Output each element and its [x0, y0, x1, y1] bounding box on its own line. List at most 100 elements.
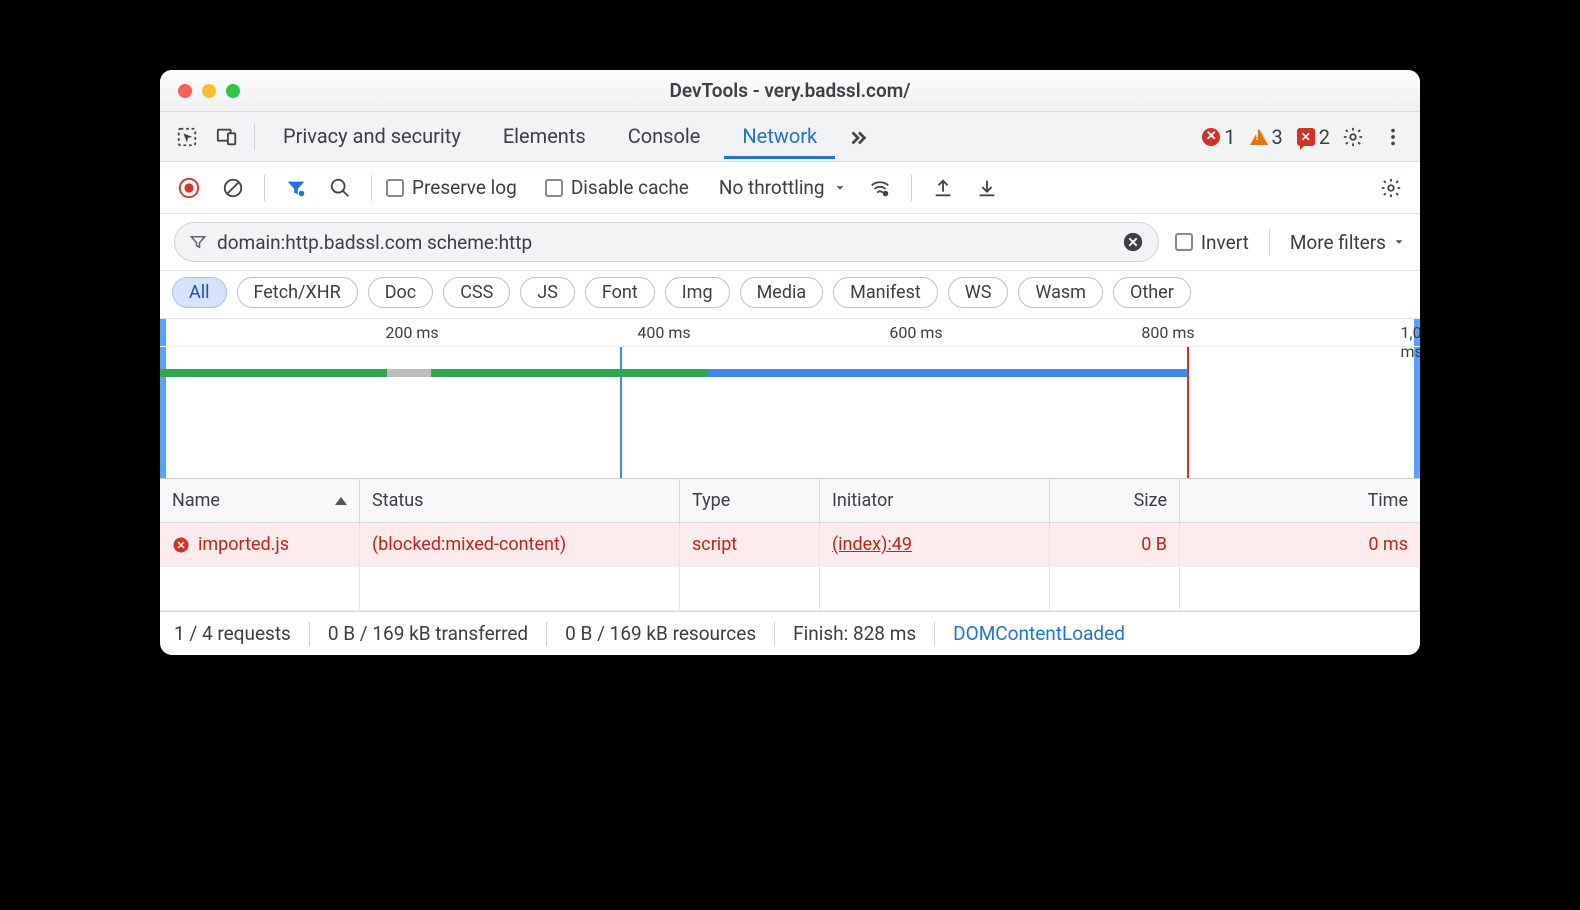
tab-console[interactable]: Console [610, 114, 719, 159]
chevron-down-icon [833, 181, 847, 195]
disable-cache-checkbox[interactable]: Disable cache [545, 176, 689, 199]
type-filter-css[interactable]: CSS [443, 277, 510, 308]
invert-checkbox[interactable]: Invert [1175, 231, 1249, 254]
more-tabs-icon[interactable] [841, 120, 875, 154]
filter-icon [189, 233, 207, 251]
error-count-badge[interactable]: ✕1 [1202, 125, 1235, 149]
filter-toggle-icon[interactable] [279, 171, 313, 205]
settings-icon[interactable] [1336, 120, 1370, 154]
ruler-tick: 200 ms [385, 323, 438, 342]
record-button[interactable] [172, 171, 206, 205]
download-har-icon[interactable] [970, 171, 1004, 205]
filter-input[interactable]: domain:http.badssl.com scheme:http [174, 222, 1159, 262]
cell-initiator-link[interactable]: (index):49 [832, 534, 912, 555]
issue-counts[interactable]: ✕1 3 ✕2 [1202, 125, 1330, 149]
network-table-header: Name Status Type Initiator Size Time [160, 479, 1420, 523]
issue-count-badge[interactable]: ✕2 [1297, 125, 1330, 149]
filter-row: domain:http.badssl.com scheme:http Inver… [160, 214, 1420, 271]
cell-size: 0 B [1050, 523, 1180, 566]
overview-ruler: 200 ms400 ms600 ms800 ms1,000 ms [160, 319, 1420, 347]
type-filter-manifest[interactable]: Manifest [833, 277, 938, 308]
disable-cache-label: Disable cache [571, 176, 689, 199]
overview-bar [160, 369, 387, 377]
inspect-element-icon[interactable] [170, 120, 204, 154]
type-filter-wasm[interactable]: Wasm [1018, 277, 1103, 308]
window-controls [160, 84, 240, 98]
status-requests: 1 / 4 requests [174, 622, 291, 645]
ruler-tick: 800 ms [1141, 323, 1194, 342]
empty-row [160, 567, 1420, 611]
type-filter-font[interactable]: Font [585, 277, 655, 308]
overview-events [160, 347, 1420, 478]
column-header-initiator[interactable]: Initiator [820, 479, 1050, 522]
device-toolbar-icon[interactable] [210, 120, 244, 154]
column-header-time[interactable]: Time [1180, 479, 1420, 522]
clear-log-icon[interactable] [216, 171, 250, 205]
overview-bar [708, 369, 1187, 377]
status-resources: 0 B / 169 kB resources [565, 622, 756, 645]
column-header-size[interactable]: Size [1050, 479, 1180, 522]
status-domcontentloaded: DOMContentLoaded [953, 622, 1125, 645]
throttling-value: No throttling [719, 176, 825, 199]
close-window[interactable] [178, 84, 192, 98]
network-conditions-icon[interactable] [863, 171, 897, 205]
title-bar: DevTools - very.badssl.com/ [160, 70, 1420, 112]
preserve-log-label: Preserve log [412, 176, 517, 199]
clear-filter-icon[interactable] [1122, 231, 1144, 253]
tab-elements[interactable]: Elements [485, 114, 604, 159]
filter-text: domain:http.badssl.com scheme:http [217, 231, 532, 254]
column-header-status[interactable]: Status [360, 479, 680, 522]
overview-bar [387, 369, 431, 377]
kebab-menu-icon[interactable] [1376, 120, 1410, 154]
tab-privacy-security[interactable]: Privacy and security [265, 114, 479, 159]
separator [371, 175, 372, 201]
type-filter-doc[interactable]: Doc [368, 277, 434, 308]
status-finish: Finish: 828 ms [793, 622, 916, 645]
cell-name: imported.js [198, 534, 289, 555]
timeline-overview[interactable]: 200 ms400 ms600 ms800 ms1,000 ms [160, 319, 1420, 479]
network-settings-icon[interactable] [1374, 171, 1408, 205]
request-row[interactable]: imported.js(blocked:mixed-content)script… [160, 523, 1420, 567]
type-filter-img[interactable]: Img [665, 277, 730, 308]
warning-icon [1250, 129, 1268, 145]
cell-type: script [680, 523, 820, 566]
overview-lanes [160, 369, 1420, 383]
type-filter-js[interactable]: JS [520, 277, 575, 308]
ruler-tick: 600 ms [889, 323, 942, 342]
column-header-type[interactable]: Type [680, 479, 820, 522]
status-transferred: 0 B / 169 kB transferred [328, 622, 528, 645]
network-toolbar: Preserve log Disable cache No throttling [160, 162, 1420, 214]
type-filter-ws[interactable]: WS [948, 277, 1009, 308]
ruler-tick: 400 ms [637, 323, 690, 342]
issue-count: 2 [1319, 125, 1330, 149]
type-filter-media[interactable]: Media [740, 277, 824, 308]
separator [254, 124, 255, 150]
error-icon [172, 536, 190, 554]
type-filter-other[interactable]: Other [1113, 277, 1191, 308]
network-table-body: imported.js(blocked:mixed-content)script… [160, 523, 1420, 611]
tab-network[interactable]: Network [724, 114, 835, 159]
type-filter-fetchxhr[interactable]: Fetch/XHR [237, 277, 358, 308]
separator [911, 175, 912, 201]
zoom-window[interactable] [226, 84, 240, 98]
type-filter-all[interactable]: All [172, 277, 227, 308]
upload-har-icon[interactable] [926, 171, 960, 205]
preserve-log-checkbox[interactable]: Preserve log [386, 176, 517, 199]
warning-count-badge[interactable]: 3 [1250, 125, 1283, 149]
more-filters-button[interactable]: More filters [1290, 231, 1406, 254]
more-filters-label: More filters [1290, 231, 1386, 254]
chevron-down-icon [1392, 235, 1406, 249]
minimize-window[interactable] [202, 84, 216, 98]
column-header-name[interactable]: Name [160, 479, 360, 522]
throttling-select[interactable]: No throttling [713, 176, 853, 199]
separator [264, 175, 265, 201]
overview-bar [431, 369, 708, 377]
window-title: DevTools - very.badssl.com/ [160, 79, 1420, 102]
sort-asc-icon [335, 497, 347, 505]
devtools-window: DevTools - very.badssl.com/ Privacy and … [160, 70, 1420, 655]
overview-event-line [1187, 347, 1189, 478]
resource-type-filter: All Fetch/XHR Doc CSS JS Font Img Media Manifest… [160, 271, 1420, 319]
search-icon[interactable] [323, 171, 357, 205]
status-bar: 1 / 4 requests 0 B / 169 kB transferred … [160, 611, 1420, 655]
main-tabstrip: Privacy and security Elements Console Ne… [160, 112, 1420, 162]
